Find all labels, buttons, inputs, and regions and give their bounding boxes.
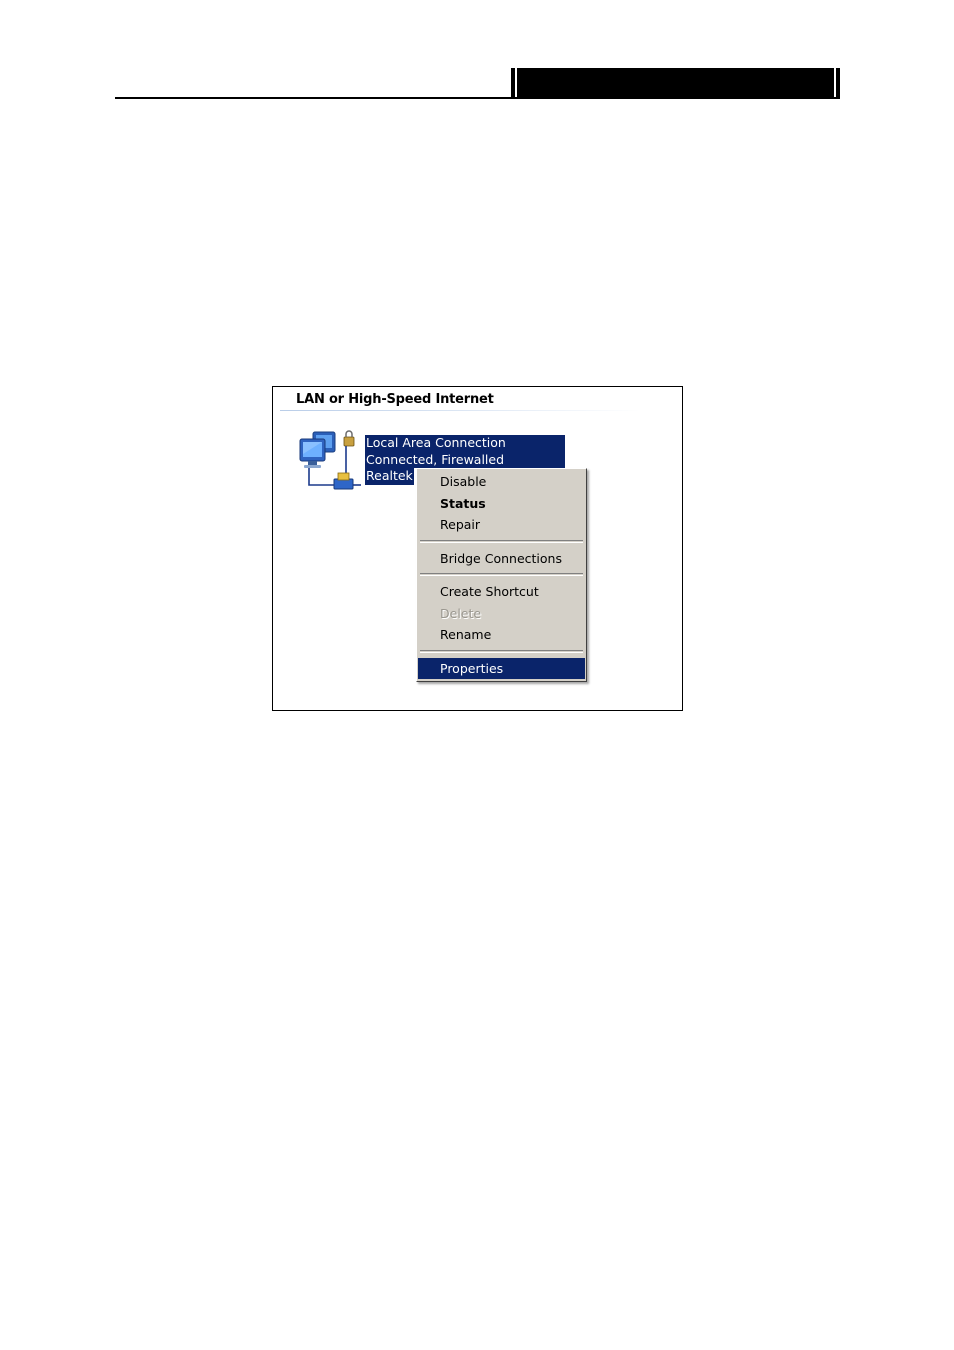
network-connection-icon[interactable] [297,429,361,493]
network-connections-screenshot: LAN or High-Speed Internet Local Area Co… [272,386,683,711]
group-divider [280,410,640,411]
menu-item-status[interactable]: Status [418,493,585,515]
menu-item-disable[interactable]: Disable [418,471,585,493]
connection-status: Connected, Firewalled [365,451,565,468]
page-header-bar [511,68,840,99]
page-header-rule [115,97,840,99]
menu-item-properties[interactable]: Properties [418,657,585,679]
menu-item-create-shortcut[interactable]: Create Shortcut [418,581,585,603]
menu-item-repair[interactable]: Repair [418,514,585,536]
menu-item-rename[interactable]: Rename [418,624,585,646]
menu-separator [420,539,583,543]
menu-item-bridge-connections[interactable]: Bridge Connections [418,548,585,570]
menu-separator [420,649,583,653]
connection-device: Realtek [365,468,414,485]
context-menu: Disable Status Repair Bridge Connections… [416,468,587,682]
connection-name: Local Area Connection [365,435,565,452]
menu-separator [420,573,583,576]
header-bar-accent-left [515,68,517,99]
group-title: LAN or High-Speed Internet [296,392,494,407]
menu-item-delete: Delete [440,605,482,621]
header-bar-accent-right [834,68,836,99]
